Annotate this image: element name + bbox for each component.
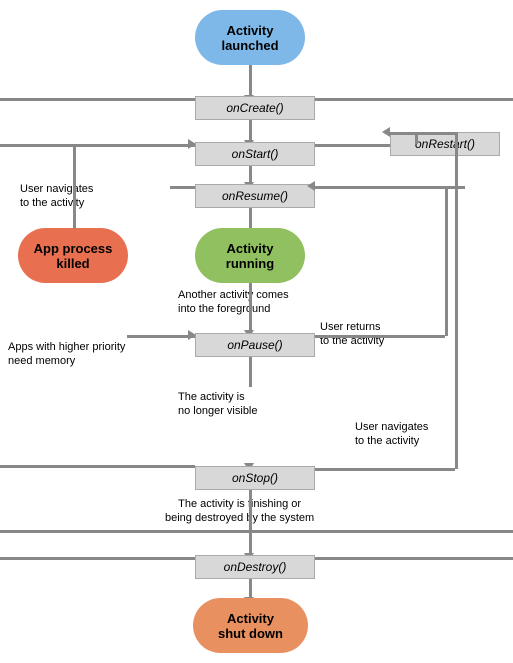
activity-shutdown-label: Activityshut down	[218, 611, 283, 641]
user-navigates2-text: User navigatesto the activity	[355, 421, 428, 447]
vbar-stop-destroy	[249, 490, 252, 555]
user-navigates-label: User navigatesto the activity	[20, 182, 93, 211]
vbar-navigate2-up	[455, 132, 458, 469]
hbar-oncreate-right	[315, 98, 513, 101]
vbar-destroy-shutdown	[249, 579, 252, 599]
another-activity-label: Another activity comesinto the foregroun…	[178, 288, 289, 317]
app-process-killed-label: App processkilled	[34, 241, 113, 271]
vbar-running-pause	[249, 283, 252, 333]
apps-priority-text: Apps with higher priorityneed memory	[8, 341, 125, 367]
arrow-userreturns-to-resume	[307, 181, 315, 191]
hbar-onstop-right	[315, 468, 455, 471]
app-process-killed-node: App processkilled	[18, 228, 128, 283]
arrow-to-onpause-left	[188, 330, 196, 340]
onpause-box: onPause()	[195, 333, 315, 357]
lifecycle-diagram: Activitylaunched onCreate() onStart() on…	[0, 0, 513, 663]
hbar-onpause-right	[315, 335, 445, 338]
oncreate-label: onCreate()	[226, 101, 283, 115]
activity-running-label: Activityrunning	[226, 241, 274, 271]
onresume-box: onResume()	[195, 184, 315, 208]
hbar-onpause-left	[127, 335, 195, 338]
oncreate-box: onCreate()	[195, 96, 315, 120]
activity-running-node: Activityrunning	[195, 228, 305, 283]
activity-launched-node: Activitylaunched	[195, 10, 305, 65]
apps-priority-label: Apps with higher priorityneed memory	[8, 340, 125, 369]
ondestroy-label: onDestroy()	[224, 560, 287, 574]
vbar-pause-down	[249, 357, 252, 387]
hbar-ondestroy-right	[315, 557, 513, 560]
onstop-box: onStop()	[195, 466, 315, 490]
hbar-appkilled-to-onstart	[73, 144, 195, 147]
hbar-finishing	[0, 530, 513, 533]
vbar-launch	[249, 65, 252, 97]
onrestart-box: onRestart()	[390, 132, 500, 156]
onstart-box: onStart()	[195, 142, 315, 166]
activity-finishing-label: The activity is finishing orbeing destro…	[165, 497, 314, 526]
vbar-create-start	[249, 120, 252, 142]
onstart-label: onStart()	[232, 147, 279, 161]
vbar-userreturns-up	[445, 186, 448, 336]
arrow-to-onrestart	[382, 127, 390, 137]
activity-launched-label: Activitylaunched	[221, 23, 278, 53]
user-navigates2-label: User navigatesto the activity	[355, 420, 428, 449]
hbar-ondestroy-left	[0, 557, 195, 560]
onrestart-label: onRestart()	[415, 137, 475, 151]
onresume-label: onResume()	[222, 189, 288, 203]
hbar-oncreate-left	[0, 98, 195, 101]
arrow-appkilled-to-onstart	[188, 139, 196, 149]
hbar-to-onrestart	[390, 132, 455, 135]
another-activity-text: Another activity comesinto the foregroun…	[178, 289, 289, 315]
onpause-label: onPause()	[227, 338, 282, 352]
hbar-onstop-left	[0, 465, 195, 468]
vbar-onrestart-down	[415, 132, 418, 144]
activity-nolonger-text: The activity isno longer visible	[178, 391, 258, 417]
vbar-appkilled-up	[73, 144, 76, 229]
activity-nolonger-label: The activity isno longer visible	[178, 390, 258, 419]
activity-shutdown-node: Activityshut down	[193, 598, 308, 653]
hbar-onresume-left	[170, 186, 195, 189]
user-navigates-text: User navigatesto the activity	[20, 183, 93, 209]
onstop-label: onStop()	[232, 471, 278, 485]
hbar-userreturns-connect	[315, 186, 445, 189]
ondestroy-box: onDestroy()	[195, 555, 315, 579]
activity-finishing-text: The activity is finishing orbeing destro…	[165, 498, 314, 524]
vbar-resume-running	[249, 208, 252, 230]
